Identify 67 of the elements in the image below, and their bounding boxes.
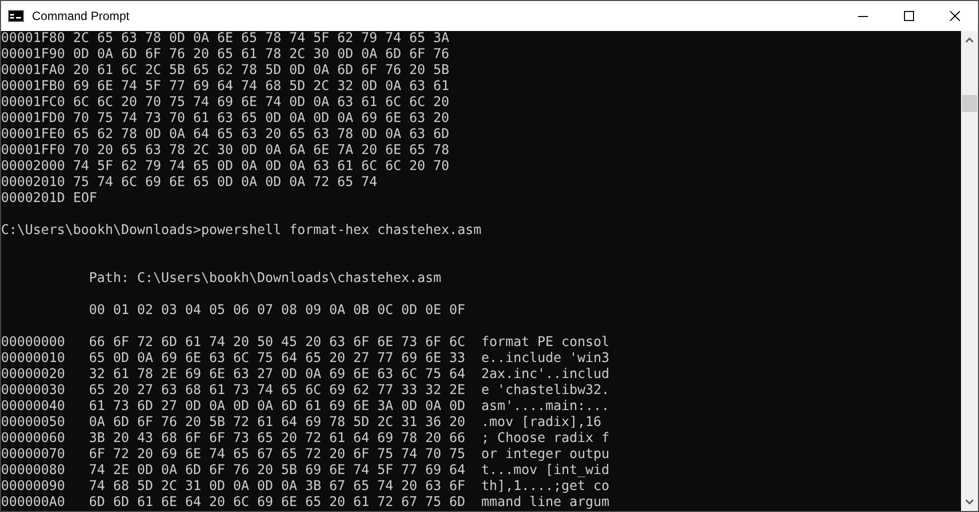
hex-offset: 00001F90 [1, 47, 66, 62]
hex-bytes: 6C 6C 20 70 75 74 69 6E 74 0D 0A 63 61 6C 6C 20 [73, 95, 450, 110]
hex-offset: 00000060 [1, 431, 66, 447]
scroll-down-icon[interactable] [965, 499, 974, 505]
hex-offset: 00000050 [1, 415, 66, 431]
window-title: Command Prompt [32, 9, 130, 23]
prompt-path: C:\Users\bookh\Downloads> [1, 223, 202, 238]
hex-bytes: 6F 72 20 69 6E 74 65 67 65 72 20 6F 75 74 70 75 [89, 447, 466, 463]
hex-offset: 00001FF0 [1, 143, 66, 158]
hex-offset: 0000201D [1, 191, 66, 206]
hex-bytes: 6D 6D 61 6E 64 20 6C 69 6E 65 20 61 72 67 75 6D [89, 495, 466, 511]
ascii-text: 2ax.inc'..includ [481, 367, 610, 382]
hex-bytes: 32 61 78 2E 69 6E 63 27 0D 0A 69 6E 63 6C 75 64 [89, 367, 466, 383]
command-text: powershell format-hex chastehex.asm [201, 223, 482, 238]
hex-bytes: 65 0D 0A 69 6E 63 6C 75 64 65 20 27 77 69 6E 33 [89, 351, 466, 367]
hex-offset: 00000020 [1, 367, 66, 383]
scroll-thumb[interactable] [962, 95, 977, 112]
hex-offset: 00000030 [1, 383, 66, 399]
hex-offset: 00000090 [1, 479, 66, 495]
scrollbar[interactable] [961, 31, 978, 511]
hex-bytes: 65 20 27 63 68 61 73 74 65 6C 69 62 77 33 32 2E [89, 383, 466, 399]
hex-bytes: 74 68 5D 2C 31 0D 0A 0D 0A 3B 67 65 74 20 63 6F [89, 479, 466, 495]
hex-offset: 00001F80 [1, 31, 66, 46]
ascii-text: mmand line argum [481, 495, 610, 510]
console-icon [8, 10, 24, 22]
ascii-text: t...mov [int_wid [481, 463, 610, 478]
hex-bytes: 20 61 6C 2C 5B 65 62 78 5D 0D 0A 6D 6F 76 20 5B [73, 63, 450, 78]
hex-offset: 00001FE0 [1, 127, 66, 142]
ascii-text: th],1....;get co [481, 479, 610, 494]
maximize-icon [904, 11, 914, 21]
hex-bytes: 65 62 78 0D 0A 64 65 63 20 65 63 78 0D 0A 63 6D [73, 127, 450, 142]
hex-offset: 000000A0 [1, 495, 66, 511]
ascii-text: .mov [radix],16 [481, 415, 602, 430]
hex-bytes: 0A 6D 6F 76 20 5B 72 61 64 69 78 5D 2C 31 36 20 [89, 415, 466, 431]
hex-bytes: 3B 20 43 68 6F 6F 73 65 20 72 61 64 69 78 20 66 [89, 431, 466, 447]
hex-offset: 00000040 [1, 399, 66, 415]
ascii-text: asm'....main:... [481, 399, 610, 414]
hex-bytes: 70 75 74 73 70 61 63 65 0D 0A 0D 0A 69 6E 63 20 [73, 111, 450, 126]
hex-bytes: 0D 0A 6D 6F 76 20 65 61 78 2C 30 0D 0A 6D 6F 76 [73, 47, 450, 62]
hex-offset: 00001FD0 [1, 111, 66, 126]
ascii-text: e..include 'win3 [481, 351, 610, 366]
hex-bytes: 75 74 6C 69 6E 65 0D 0A 0D 0A 72 65 74 [73, 175, 378, 190]
hex-offset: 00001FB0 [1, 79, 66, 94]
hex-offset: 00002000 [1, 159, 66, 174]
hex-offset: 00000010 [1, 351, 66, 367]
hex-offset: 00000080 [1, 463, 66, 479]
ascii-text: ; Choose radix f [481, 431, 610, 446]
hex-bytes: 66 6F 72 6D 61 74 20 50 45 20 63 6F 6E 73 6F 6C [89, 335, 466, 351]
ascii-text: format PE consol [481, 335, 610, 350]
scroll-up-icon[interactable] [965, 37, 974, 43]
hex-offset: 00001FC0 [1, 95, 66, 110]
hex-offset: 00002010 [1, 175, 66, 190]
ascii-text: e 'chastelibw32. [481, 383, 610, 398]
hex-bytes: 2C 65 63 78 0D 0A 6E 65 78 74 5F 62 79 74 65 3A [73, 31, 450, 46]
hex-bytes: 74 2E 0D 0A 6D 6F 76 20 5B 69 6E 74 5F 77 69 64 [89, 463, 466, 479]
ascii-text: or integer outpu [481, 447, 610, 462]
hex-offset: 00000070 [1, 447, 66, 463]
hex-bytes: EOF [73, 191, 98, 206]
hex-bytes: 69 6E 74 5F 77 69 64 74 68 5D 2C 32 0D 0A 63 61 [73, 79, 450, 94]
close-icon [950, 11, 960, 21]
hex-bytes: 70 20 65 63 78 2C 30 0D 0A 6A 6E 7A 20 6E 65 78 [73, 143, 450, 158]
output-text: Path: C:\Users\bookh\Downloads\chastehex.asm [89, 271, 442, 286]
output-text: 00 01 02 03 04 05 06 07 08 09 0A 0B 0C 0D 0E 0F [89, 303, 466, 318]
hex-bytes: 61 73 6D 27 0D 0A 0D 0A 6D 61 69 6E 3A 0D 0A 0D [89, 399, 466, 415]
hex-offset: 00000000 [1, 335, 66, 351]
hex-bytes: 74 5F 62 79 74 65 0D 0A 0D 0A 63 61 6C 6C 20 70 [73, 159, 450, 174]
hex-offset: 00001FA0 [1, 63, 66, 78]
